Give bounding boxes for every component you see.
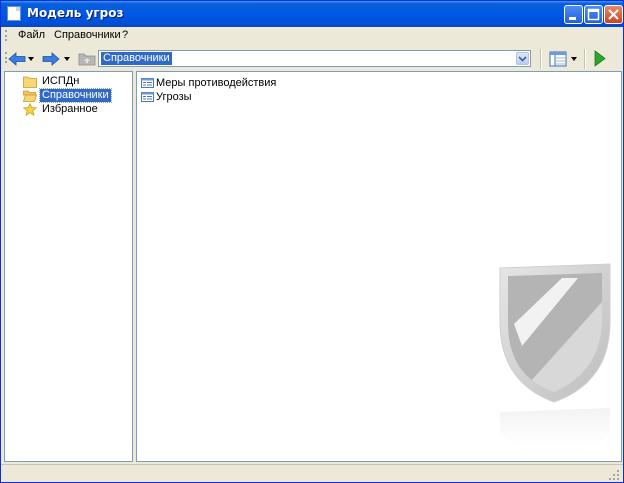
title-bar[interactable]: Модель угроз <box>1 1 623 27</box>
back-icon[interactable] <box>8 51 26 67</box>
view-icon[interactable] <box>549 51 567 67</box>
folder-icon <box>23 76 37 88</box>
tree-item-label: Избранное <box>42 103 98 115</box>
shield-watermark-icon <box>499 263 611 461</box>
address-dropdown-button[interactable] <box>516 52 529 65</box>
toolbar: Справочники <box>1 45 623 72</box>
tree-item-label: ИСПДн <box>42 75 80 87</box>
toolbar-separator-2 <box>584 49 586 69</box>
window-title: Модель угроз <box>27 6 124 20</box>
folder-open-icon <box>23 90 37 102</box>
list-item-label: Меры противодействия <box>156 77 277 89</box>
run-icon[interactable] <box>594 50 606 67</box>
maximize-button[interactable] <box>584 5 603 24</box>
forward-icon[interactable] <box>42 51 60 67</box>
folder-up-icon[interactable] <box>78 51 96 66</box>
main-window: Модель угроз Файл Справочники ? Справочн… <box>0 0 624 483</box>
status-bar <box>1 464 623 483</box>
address-combobox[interactable]: Справочники <box>98 50 531 67</box>
close-icon <box>608 9 619 20</box>
chevron-down-icon <box>518 56 527 62</box>
list-item-label: Угрозы <box>156 91 192 103</box>
view-dropdown-icon[interactable] <box>571 57 578 62</box>
menu-grip[interactable] <box>5 30 9 41</box>
maximize-icon <box>587 8 600 21</box>
minimize-icon <box>569 17 576 20</box>
menu-item-help[interactable]: ? <box>122 29 128 41</box>
tree-item-label: Справочники <box>39 88 112 103</box>
tree-panel[interactable]: ИСПДн Справочники Избранное <box>4 71 133 462</box>
list-item-icon <box>141 78 154 88</box>
star-icon <box>23 103 37 116</box>
app-icon <box>7 6 21 21</box>
back-dropdown-icon[interactable] <box>28 57 35 62</box>
resize-grip-icon[interactable] <box>608 469 620 481</box>
minimize-button[interactable] <box>564 5 583 24</box>
content-panel[interactable]: Меры противодействия Угрозы <box>136 71 622 462</box>
menu-item-file[interactable]: Файл <box>18 29 45 41</box>
list-item-icon <box>141 92 154 102</box>
forward-dropdown-icon[interactable] <box>64 57 71 62</box>
address-input[interactable]: Справочники <box>101 52 172 65</box>
toolbar-separator <box>540 49 542 69</box>
menu-bar: Файл Справочники ? <box>1 27 623 44</box>
menu-item-references[interactable]: Справочники <box>54 29 121 41</box>
close-button[interactable] <box>604 5 623 24</box>
